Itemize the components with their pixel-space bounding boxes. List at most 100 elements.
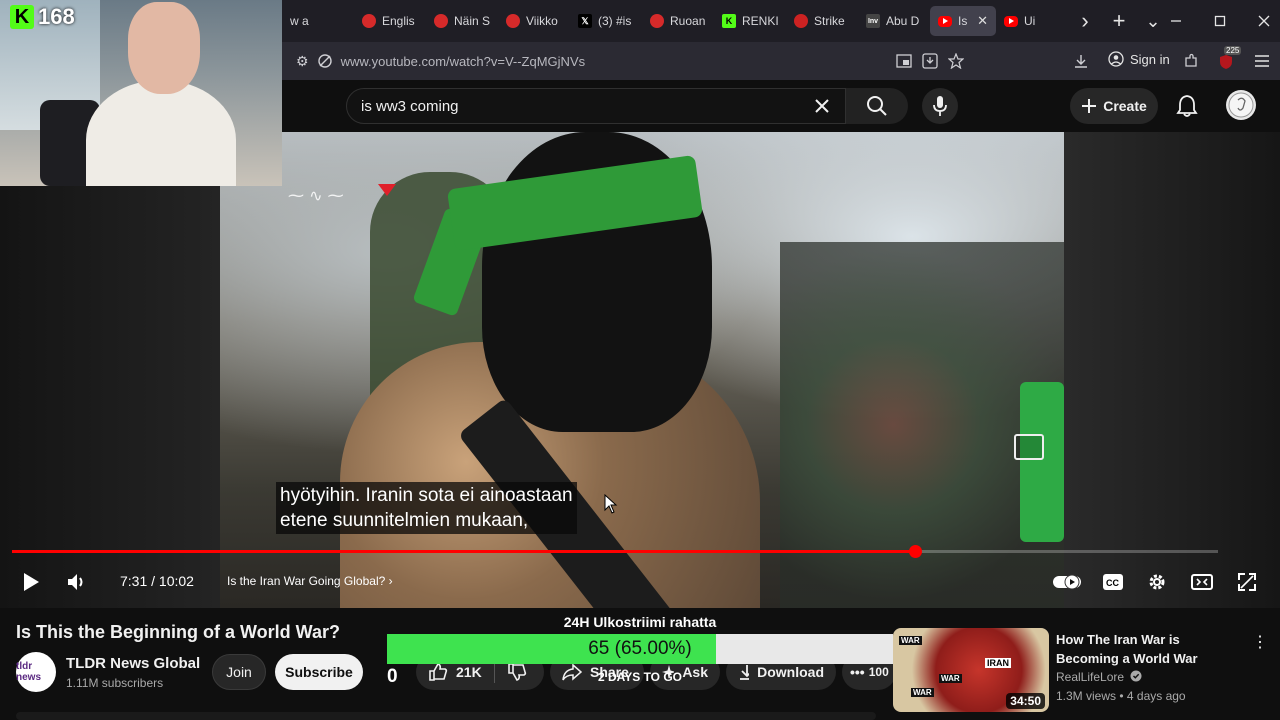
youtube-icon xyxy=(1004,15,1018,27)
subtitle-line-1: hyötyihin. Iranin sota ei ainoastaan xyxy=(280,485,573,506)
tab-title: Näin S xyxy=(454,14,490,28)
captions-icon: CC xyxy=(1103,574,1123,590)
player-controls: 7:31 / 10:02 Is the Iran War Going Globa… xyxy=(0,562,1280,602)
recommended-channel[interactable]: RealLifeLore xyxy=(1056,670,1142,684)
maximize-icon xyxy=(1214,15,1226,27)
address-bar: ⚙ www.youtube.com/watch?v=V--ZqMGjNVs Si… xyxy=(282,42,1280,80)
subscribe-button[interactable]: Subscribe xyxy=(275,654,363,690)
subtitle-line-2: etene suunnitelmien mukaan, xyxy=(280,510,529,531)
browser-tab[interactable]: w a xyxy=(282,6,354,36)
ublock-extension[interactable]: 225 xyxy=(1218,46,1242,69)
inv-icon: Inv xyxy=(866,14,880,28)
page-settings-icon[interactable]: ⚙ xyxy=(296,53,309,70)
webcam-person-head xyxy=(128,2,200,94)
miniplayer-icon[interactable] xyxy=(1014,434,1044,460)
save-page-icon[interactable] xyxy=(922,53,938,69)
video-player[interactable]: ⁓ ∿ ⁓ 7:31 / 10:02 Is the Iran War Going… xyxy=(0,132,1280,608)
volume-icon xyxy=(68,574,83,590)
close-window-button[interactable] xyxy=(1242,0,1280,42)
chevron-right-icon: › xyxy=(388,574,393,588)
player-letterbox-right xyxy=(1064,132,1280,608)
fullscreen-icon xyxy=(1238,573,1256,591)
avatar-icon xyxy=(1228,92,1254,118)
close-tab-icon[interactable]: ✕ xyxy=(977,13,988,29)
fullscreen-button[interactable] xyxy=(1230,562,1264,602)
extensions-icon[interactable] xyxy=(1183,53,1199,69)
viewer-count: 168 xyxy=(38,4,75,29)
search-query: is ww3 coming xyxy=(361,97,459,115)
progress-bar[interactable] xyxy=(12,545,1218,558)
clear-search-icon[interactable] xyxy=(813,97,831,115)
recommended-meta: 1.3M views • 4 days ago xyxy=(1056,689,1186,703)
broadcaster-watermark: ⁓ ∿ ⁓ xyxy=(288,186,344,205)
chapter-title: Is the Iran War Going Global? xyxy=(227,574,386,588)
tracking-protection-icon[interactable] xyxy=(317,53,333,69)
browser-tab[interactable]: Ui xyxy=(996,6,1068,36)
channel-name[interactable]: TLDR News Global xyxy=(66,655,200,672)
search-button[interactable] xyxy=(846,88,908,124)
goal-time-left: 2 DAYS TO GO xyxy=(597,670,683,684)
search-input[interactable]: is ww3 coming xyxy=(346,88,846,124)
red-circle-icon xyxy=(362,14,376,28)
live-indicator-icon xyxy=(378,184,396,196)
new-tab-button[interactable]: + xyxy=(1102,6,1136,36)
create-button[interactable]: Create xyxy=(1070,88,1158,124)
play-button[interactable] xyxy=(14,562,48,602)
settings-button[interactable] xyxy=(1140,562,1174,602)
downloads-icon[interactable] xyxy=(1073,53,1089,69)
tab-title: (3) #is xyxy=(598,14,632,28)
captions-button[interactable]: CC xyxy=(1096,562,1130,602)
autoplay-toggle[interactable] xyxy=(1050,562,1084,602)
browser-tab[interactable]: 𝕏 (3) #is xyxy=(570,6,642,36)
voice-search-button[interactable] xyxy=(922,88,958,124)
browser-tab[interactable]: K RENKI xyxy=(714,6,786,36)
create-label: Create xyxy=(1103,98,1147,114)
browser-tab[interactable]: Englis xyxy=(354,6,426,36)
bookmark-star-icon[interactable] xyxy=(948,53,964,69)
youtube-icon xyxy=(938,15,952,27)
minimize-icon xyxy=(1171,20,1181,22)
video-duration: 34:50 xyxy=(1006,693,1045,709)
browser-tab[interactable]: Is T ✕ xyxy=(930,6,996,36)
maximize-button[interactable] xyxy=(1198,0,1242,42)
theater-mode-button[interactable] xyxy=(1185,562,1219,602)
thumb-war-label: WAR xyxy=(911,688,934,697)
browser-tab[interactable]: Ruoan xyxy=(642,6,714,36)
streamer-webcam: K 168 xyxy=(0,0,282,186)
thumb-war-label: WAR xyxy=(939,674,962,683)
tab-title: Is T xyxy=(958,14,969,28)
search-icon xyxy=(867,96,887,116)
recommended-video-thumbnail[interactable]: WAR WAR WAR IRAN 34:50 xyxy=(893,628,1049,712)
volume-button[interactable] xyxy=(60,562,94,602)
chapter-button[interactable]: Is the Iran War Going Global? › xyxy=(227,574,393,588)
tab-title: w a xyxy=(290,14,309,28)
verified-icon xyxy=(1130,670,1142,682)
channel-avatar-text: tldr news xyxy=(16,661,42,683)
browser-tab[interactable]: Inv Abu D xyxy=(858,6,930,36)
tab-scroll-right-button[interactable]: › xyxy=(1068,6,1102,36)
browser-tab-bar: w a Englis Näin S Viikko 𝕏 (3) #is Ruoan K RENKI… xyxy=(282,0,1280,42)
shield-icon xyxy=(1220,55,1232,69)
recommended-video-title[interactable]: How The Iran War is Becoming a World War xyxy=(1056,630,1246,668)
browser-tab[interactable]: Viikko xyxy=(498,6,570,36)
player-letterbox-left xyxy=(0,132,220,608)
browser-tab[interactable]: Näin S xyxy=(426,6,498,36)
join-button[interactable]: Join xyxy=(212,654,266,690)
theater-mode-icon xyxy=(1191,574,1213,590)
strike-icon xyxy=(794,14,808,28)
recommended-more-icon[interactable]: ⋮ xyxy=(1252,632,1268,652)
account-avatar[interactable] xyxy=(1226,90,1256,120)
picture-in-picture-icon[interactable] xyxy=(896,54,912,68)
browser-tab[interactable]: Strike xyxy=(786,6,858,36)
progress-played xyxy=(12,550,915,553)
minimize-button[interactable] xyxy=(1154,0,1198,42)
play-icon xyxy=(24,573,39,591)
sign-in-button[interactable]: Sign in xyxy=(1108,51,1170,67)
channel-avatar[interactable]: tldr news xyxy=(16,652,56,692)
url-field[interactable]: www.youtube.com/watch?v=V--ZqMGjNVs xyxy=(341,54,586,69)
notifications-bell-icon[interactable] xyxy=(1176,94,1198,118)
progress-scrubber[interactable] xyxy=(908,545,922,558)
tab-title: Ui xyxy=(1024,14,1036,28)
tab-title: RENKI xyxy=(742,14,778,28)
menu-icon[interactable] xyxy=(1254,54,1270,68)
